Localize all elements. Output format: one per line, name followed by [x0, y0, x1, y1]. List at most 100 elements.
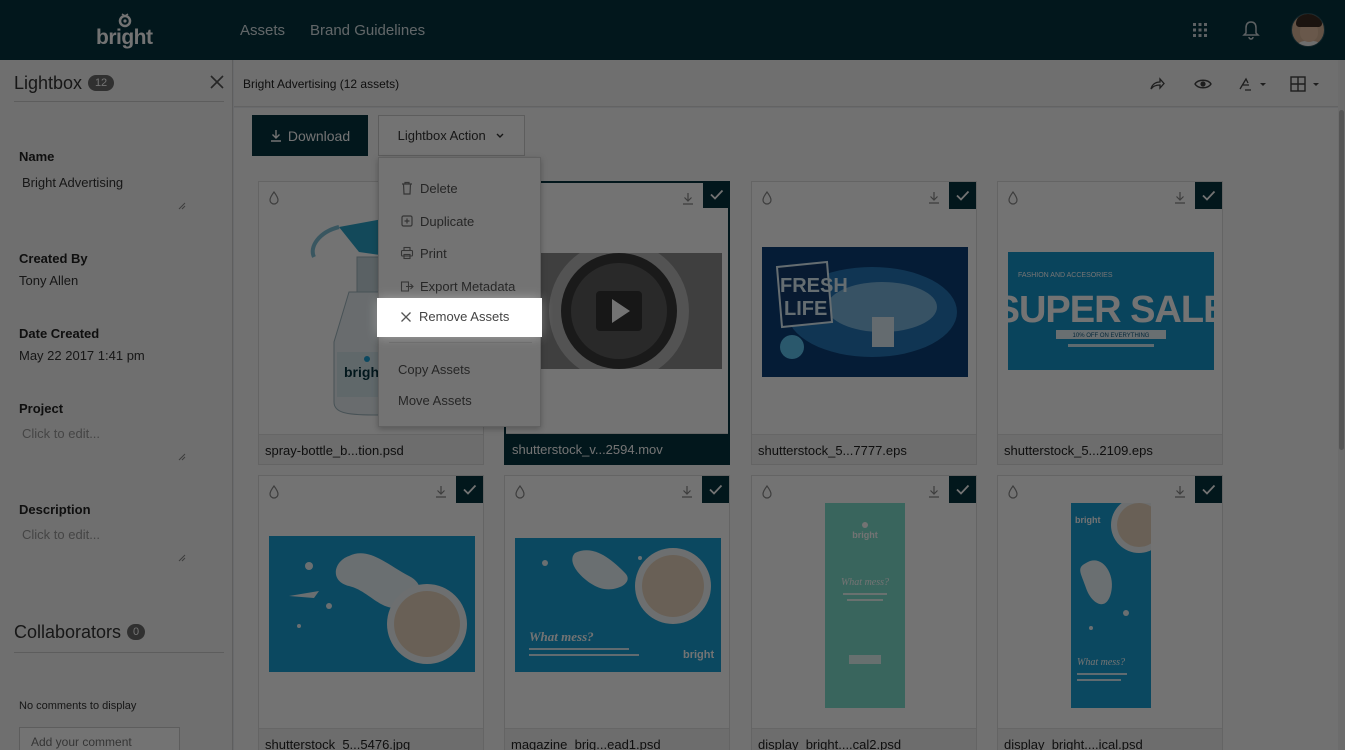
menu-item-move-assets[interactable]: Move Assets [379, 384, 540, 416]
no-comments-text: No comments to display [19, 700, 137, 712]
user-avatar[interactable] [1291, 13, 1325, 47]
asset-name[interactable]: display_bright....cal2.psd [752, 728, 976, 750]
created-by-value: Tony Allen [19, 273, 79, 288]
description-field[interactable]: Click to edit... [19, 527, 187, 542]
asset-thumbnail [269, 536, 475, 672]
asset-thumbnail: bright What mess? [1071, 503, 1151, 708]
resize-handle-icon[interactable] [178, 453, 186, 461]
asset-name[interactable]: magazine_brig...ead1.psd [505, 728, 729, 750]
nav-brand-guidelines[interactable]: Brand Guidelines [310, 22, 425, 39]
comment-input[interactable] [19, 727, 180, 750]
menu-item-label: Delete [420, 181, 458, 196]
drop-icon[interactable] [1007, 191, 1019, 205]
drop-icon[interactable] [514, 485, 526, 499]
life-text: LIFE [784, 298, 827, 320]
menu-item-remove-assets[interactable]: Remove Assets [378, 299, 541, 336]
magazine-spread-image: What mess? bright [515, 538, 721, 672]
check-icon[interactable] [1195, 182, 1222, 209]
banner-headline-text: What mess? [1077, 657, 1125, 668]
asset-card[interactable]: bright What mess? display_bright....cal2… [751, 475, 977, 750]
asset-name[interactable]: display_bright....ical.psd [998, 728, 1222, 750]
super-sale-top-text: FASHION AND ACCESORIES [1018, 272, 1113, 279]
eye-icon[interactable] [1193, 74, 1213, 94]
check-icon[interactable] [703, 181, 730, 208]
asset-card[interactable]: bright What mess? display_bright....ical… [997, 475, 1223, 750]
check-icon[interactable] [949, 476, 976, 503]
magazine-brand-text: bright [683, 649, 714, 661]
asset-name[interactable]: shutterstock_5...2109.eps [998, 434, 1222, 464]
banner-brand-text: bright [1075, 515, 1101, 525]
download-icon[interactable] [1174, 485, 1186, 499]
asset-name[interactable]: shutterstock_5...5476.jpg [259, 728, 483, 750]
menu-item-label: Duplicate [420, 214, 475, 229]
top-bar: bright Assets Brand Guidelines [0, 0, 1345, 60]
download-label: Download [287, 127, 351, 144]
asset-card[interactable]: FASHION AND ACCESORIES SUPER SALE 10% OF… [997, 181, 1223, 465]
video-thumbnail-image [516, 253, 722, 369]
check-icon[interactable] [949, 182, 976, 209]
download-icon[interactable] [928, 485, 940, 499]
lightbox-title: Lightbox 12 [14, 73, 115, 94]
asset-thumbnail: FRESH LIFE [762, 247, 968, 377]
download-button[interactable]: Download [252, 115, 368, 156]
check-icon[interactable] [702, 476, 729, 503]
menu-item-label: Export Metadata [420, 279, 516, 294]
layout-icon[interactable] [1289, 74, 1323, 94]
duplicate-icon [401, 215, 413, 227]
breadcrumb: Bright Advertising (12 assets) [243, 77, 400, 91]
banner-brand-text: bright [852, 530, 878, 540]
menu-divider [389, 342, 532, 343]
lightbox-count-badge: 12 [88, 75, 115, 91]
menu-item-print[interactable]: Print [379, 237, 540, 269]
check-icon[interactable] [1195, 476, 1222, 503]
download-icon[interactable] [435, 485, 447, 499]
asset-card[interactable]: shutterstock_5...5476.jpg [258, 475, 484, 750]
date-created-label: Date Created [19, 326, 100, 341]
brand-logo[interactable]: bright [96, 12, 154, 50]
drop-icon[interactable] [761, 485, 773, 499]
drop-icon[interactable] [1007, 485, 1019, 499]
asset-thumbnail: bright What mess? [825, 503, 905, 708]
resize-handle-icon[interactable] [178, 554, 186, 562]
download-icon[interactable] [1174, 191, 1186, 205]
lightbox-title-text: Lightbox [14, 73, 83, 93]
menu-item-delete[interactable]: Delete [379, 172, 540, 204]
sort-icon[interactable] [1236, 74, 1268, 94]
resize-handle-icon[interactable] [178, 202, 186, 210]
main-header: Bright Advertising (12 assets) [234, 60, 1338, 107]
check-icon[interactable] [456, 476, 483, 503]
asset-thumbnail: FASHION AND ACCESORIES SUPER SALE 10% OF… [1008, 252, 1214, 370]
asset-name[interactable]: shutterstock_v...2594.mov [506, 433, 728, 463]
asset-name[interactable]: spray-bottle_b...tion.psd [259, 434, 483, 464]
download-icon[interactable] [682, 192, 694, 206]
menu-item-duplicate[interactable]: Duplicate [379, 205, 540, 237]
milk-splash-image [269, 536, 475, 672]
page-scrollbar[interactable] [1338, 60, 1345, 750]
nav-assets[interactable]: Assets [240, 22, 285, 39]
grid-icon[interactable] [1188, 18, 1212, 42]
drop-icon[interactable] [268, 191, 280, 205]
project-field[interactable]: Click to edit... [19, 426, 187, 441]
download-icon[interactable] [681, 485, 693, 499]
download-icon[interactable] [928, 191, 940, 205]
name-field[interactable]: Bright Advertising [19, 175, 187, 190]
menu-item-copy-assets[interactable]: Copy Assets [379, 353, 540, 385]
asset-card[interactable]: FRESH LIFE shutterstock_5...7777.eps [751, 181, 977, 465]
trash-icon [402, 181, 412, 195]
scrollbar-thumb[interactable] [1339, 110, 1344, 450]
divider [14, 101, 224, 102]
created-by-label: Created By [19, 251, 88, 266]
close-icon [401, 312, 411, 322]
menu-item-export-metadata[interactable]: Export Metadata [379, 270, 540, 302]
bell-icon[interactable] [1239, 18, 1263, 42]
drop-icon[interactable] [268, 485, 280, 499]
collaborators-title: Collaborators 0 [14, 622, 146, 643]
asset-card[interactable]: What mess? bright magazine_brig...ead1.p… [504, 475, 730, 750]
asset-name[interactable]: shutterstock_5...7777.eps [752, 434, 976, 464]
download-icon [270, 129, 281, 142]
share-icon[interactable] [1148, 74, 1166, 94]
close-icon[interactable] [208, 73, 226, 91]
lightbox-action-button[interactable]: Lightbox Action [378, 115, 525, 156]
drop-icon[interactable] [761, 191, 773, 205]
name-label: Name [19, 149, 55, 164]
